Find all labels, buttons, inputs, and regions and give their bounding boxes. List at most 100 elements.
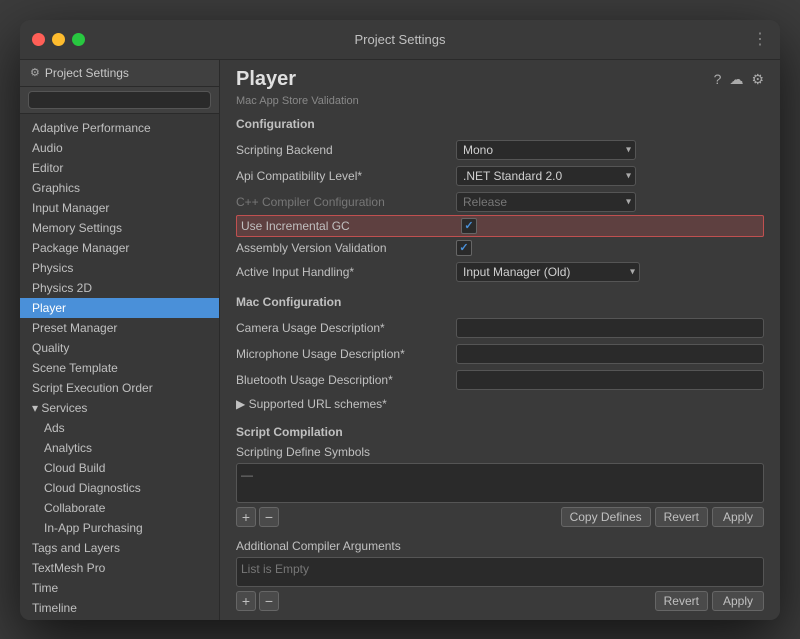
script-revert-button[interactable]: Revert — [655, 507, 708, 527]
header-icons: ? ☁ ⚙ — [714, 71, 764, 88]
scripting-backend-value: Mono IL2CPP — [456, 140, 764, 160]
camera-usage-value — [456, 318, 764, 338]
additional-plus-button[interactable]: + — [236, 591, 256, 611]
define-plus-button[interactable]: + — [236, 507, 256, 527]
define-toolbar: + − Copy Defines Revert Apply — [236, 507, 764, 527]
sidebar-item-input-manager[interactable]: Input Manager — [20, 198, 219, 218]
api-compatibility-row: Api Compatibility Level* .NET Standard 2… — [236, 163, 764, 189]
search-bar — [20, 87, 219, 114]
microphone-usage-input[interactable] — [456, 344, 764, 364]
assembly-version-label: Assembly Version Validation — [236, 241, 456, 255]
cpp-compiler-value: Release Debug — [456, 192, 764, 212]
cpp-compiler-select[interactable]: Release Debug — [456, 192, 636, 212]
sidebar-item-textmesh-pro[interactable]: TextMesh Pro — [20, 558, 219, 578]
active-input-select[interactable]: Input Manager (Old) Input System Package… — [456, 262, 640, 282]
sidebar-item-cloud-build[interactable]: Cloud Build — [20, 458, 219, 478]
cloud-icon[interactable]: ☁ — [729, 71, 743, 88]
sidebar-item-collaborate[interactable]: Collaborate — [20, 498, 219, 518]
sidebar-header-label: Project Settings — [45, 66, 129, 80]
active-input-value: Input Manager (Old) Input System Package… — [456, 262, 764, 282]
copy-defines-button[interactable]: Copy Defines — [561, 507, 651, 527]
content-scroll: Mac App Store Validation Configuration S… — [220, 95, 780, 620]
gear-icon: ⚙ — [30, 66, 40, 79]
scripting-backend-select[interactable]: Mono IL2CPP — [456, 140, 636, 160]
assembly-version-value — [456, 240, 764, 256]
sidebar-item-ads[interactable]: Ads — [20, 418, 219, 438]
additional-compiler-section: Additional Compiler Arguments List is Em… — [236, 539, 764, 611]
camera-usage-input[interactable] — [456, 318, 764, 338]
assembly-version-checkbox[interactable] — [456, 240, 472, 256]
window-title: Project Settings — [354, 32, 445, 47]
sidebar-item-graphics[interactable]: Graphics — [20, 178, 219, 198]
additional-minus-button[interactable]: − — [259, 591, 279, 611]
close-button[interactable] — [32, 33, 45, 46]
window-menu-icon[interactable]: ⋮ — [752, 29, 768, 49]
sidebar-item-player[interactable]: Player — [20, 298, 219, 318]
sidebar-header: ⚙ Project Settings — [20, 60, 219, 87]
api-compatibility-value: .NET Standard 2.0 .NET 4.x — [456, 166, 764, 186]
sidebar-item-timeline[interactable]: Timeline — [20, 598, 219, 618]
sidebar-item-preset-manager[interactable]: Preset Manager — [20, 318, 219, 338]
api-compatibility-select[interactable]: .NET Standard 2.0 .NET 4.x — [456, 166, 636, 186]
url-schemes-row: ▶ Supported URL schemes* — [236, 393, 764, 415]
bluetooth-usage-input[interactable] — [456, 370, 764, 390]
title-bar: Project Settings ⋮ — [20, 20, 780, 60]
active-input-row: Active Input Handling* Input Manager (Ol… — [236, 259, 764, 285]
define-symbols-area[interactable]: — — [236, 463, 764, 503]
sidebar-item-physics-2d[interactable]: Physics 2D — [20, 278, 219, 298]
sidebar-item-cloud-diagnostics[interactable]: Cloud Diagnostics — [20, 478, 219, 498]
active-input-select-wrapper: Input Manager (Old) Input System Package… — [456, 262, 640, 282]
scripting-define-label: Scripting Define Symbols — [236, 445, 764, 459]
sidebar-item-scene-template[interactable]: Scene Template — [20, 358, 219, 378]
define-toolbar-right: Copy Defines Revert Apply — [561, 507, 764, 527]
incremental-gc-checkbox[interactable] — [461, 218, 477, 234]
sidebar-item-script-execution-order[interactable]: Script Execution Order — [20, 378, 219, 398]
sidebar-item-time[interactable]: Time — [20, 578, 219, 598]
incremental-gc-value — [461, 218, 759, 234]
incremental-gc-label: Use Incremental GC — [241, 219, 461, 233]
camera-usage-row: Camera Usage Description* — [236, 315, 764, 341]
script-apply-button[interactable]: Apply — [712, 507, 764, 527]
sidebar-item-adaptive-performance[interactable]: Adaptive Performance — [20, 118, 219, 138]
scroll-note: Mac App Store Validation — [236, 95, 764, 107]
sidebar-item-audio[interactable]: Audio — [20, 138, 219, 158]
maximize-button[interactable] — [72, 33, 85, 46]
main-content: ⚙ Project Settings Adaptive Performance … — [20, 60, 780, 620]
search-input[interactable] — [28, 91, 211, 109]
scripting-backend-label: Scripting Backend — [236, 143, 456, 157]
project-settings-window: Project Settings ⋮ ⚙ Project Settings Ad… — [20, 20, 780, 620]
sidebar-item-services[interactable]: ▾ Services — [20, 398, 219, 418]
sidebar-item-in-app-purchasing[interactable]: In-App Purchasing — [20, 518, 219, 538]
scripting-backend-row: Scripting Backend Mono IL2CPP — [236, 137, 764, 163]
script-compilation-section-title: Script Compilation — [236, 425, 764, 439]
sidebar-item-ui-builder[interactable]: UI Builder — [20, 618, 219, 620]
list-is-empty-text: List is Empty — [241, 562, 309, 576]
additional-compiler-toolbar: + − Revert Apply — [236, 591, 764, 611]
define-minus-button[interactable]: − — [259, 507, 279, 527]
sidebar-item-tags-and-layers[interactable]: Tags and Layers — [20, 538, 219, 558]
minimize-button[interactable] — [52, 33, 65, 46]
define-plus-minus: + − — [236, 507, 279, 527]
configuration-section-title: Configuration — [236, 117, 764, 131]
sidebar-item-quality[interactable]: Quality — [20, 338, 219, 358]
sidebar-item-physics[interactable]: Physics — [20, 258, 219, 278]
help-icon[interactable]: ? — [714, 71, 722, 87]
settings-icon[interactable]: ⚙ — [751, 71, 764, 88]
sidebar-item-editor[interactable]: Editor — [20, 158, 219, 178]
sidebar-item-package-manager[interactable]: Package Manager — [20, 238, 219, 258]
additional-revert-button[interactable]: Revert — [655, 591, 708, 611]
mac-config-section-title: Mac Configuration — [236, 295, 764, 309]
bluetooth-usage-row: Bluetooth Usage Description* — [236, 367, 764, 393]
microphone-usage-value — [456, 344, 764, 364]
additional-toolbar-right: Revert Apply — [655, 591, 764, 611]
incremental-gc-row: Use Incremental GC — [236, 215, 764, 237]
content-area: Player ? ☁ ⚙ Mac App Store Validation Co… — [220, 60, 780, 620]
additional-apply-button[interactable]: Apply — [712, 591, 764, 611]
content-header: Player ? ☁ ⚙ — [220, 60, 780, 95]
sidebar-list: Adaptive Performance Audio Editor Graphi… — [20, 114, 219, 620]
assembly-version-row: Assembly Version Validation — [236, 237, 764, 259]
sidebar-item-analytics[interactable]: Analytics — [20, 438, 219, 458]
sidebar-item-memory-settings[interactable]: Memory Settings — [20, 218, 219, 238]
additional-compiler-label: Additional Compiler Arguments — [236, 539, 764, 553]
camera-usage-label: Camera Usage Description* — [236, 321, 456, 335]
